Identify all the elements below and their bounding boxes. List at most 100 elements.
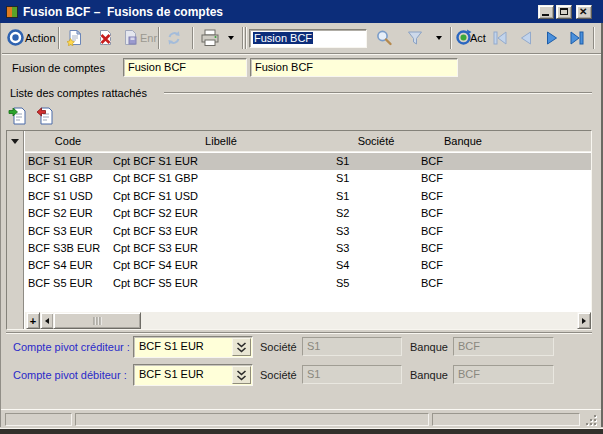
table-row[interactable]: BCF S1 EURCpt BCF S1 EURS1BCF <box>25 153 591 170</box>
table-row[interactable]: BCF S1 USDCpt BCF S1 USDS1BCF <box>25 188 591 205</box>
window-title: Fusion BCF – Fusions de comptes <box>23 5 223 19</box>
minimize-button[interactable] <box>538 5 554 19</box>
cell-code: BCF S1 GBP <box>28 172 93 184</box>
pivot-crediteur-dropdown-button[interactable] <box>232 338 251 356</box>
search-button[interactable] <box>375 29 393 49</box>
status-panel-3 <box>432 413 580 426</box>
window: Fusion BCF – Fusions de comptes ✕ Action <box>0 0 603 434</box>
table-row[interactable]: BCF S2 EURCpt BCF S2 EURS2BCF <box>25 205 591 222</box>
cell-banque: BCF <box>421 190 443 202</box>
column-header-banque[interactable]: Banque <box>444 135 482 147</box>
horizontal-scrollbar[interactable]: + <box>25 312 591 329</box>
save-button[interactable] <box>122 29 139 48</box>
next-record-icon <box>543 30 561 46</box>
magnifier-icon <box>375 29 393 47</box>
add-account-button[interactable] <box>8 106 28 128</box>
fusion-name-field[interactable]: Fusion BCF <box>250 58 458 77</box>
cell-societe: S3 <box>336 225 349 237</box>
filter-button[interactable] <box>406 29 424 49</box>
column-header-societe[interactable]: Société <box>358 135 395 147</box>
table-row[interactable]: BCF S3 EURCpt BCF S3 EURS3BCF <box>25 223 591 240</box>
print-button[interactable] <box>200 29 220 49</box>
cell-banque: BCF <box>421 277 443 289</box>
pivot-debiteur-combo[interactable]: BCF S1 EUR <box>133 364 253 386</box>
act-button-label[interactable]: Act <box>470 32 486 44</box>
cell-code: BCF S5 EUR <box>28 277 93 289</box>
new-button[interactable] <box>66 29 83 48</box>
toolbar: Action Enr <box>0 23 603 53</box>
pivot-debiteur-label: Compte pivot débiteur : <box>13 369 127 381</box>
remove-document-icon <box>35 106 55 126</box>
first-record-button[interactable] <box>491 30 509 48</box>
separator <box>158 27 160 49</box>
table-row[interactable]: BCF S3B EURCpt BCF S3 EURS3BCF <box>25 240 591 257</box>
cell-code: BCF S1 USD <box>28 190 93 202</box>
banque-label-2: Banque <box>410 369 448 381</box>
close-button[interactable]: ✕ <box>576 5 592 19</box>
scrollbar-thumb[interactable] <box>53 312 141 329</box>
double-chevron-down-icon <box>235 341 248 354</box>
cell-libelle: Cpt BCF S1 EUR <box>113 155 198 167</box>
refresh-icon <box>165 29 183 47</box>
scroll-left-icon <box>45 318 49 324</box>
cell-societe: S3 <box>336 242 349 254</box>
title-bar[interactable]: Fusion BCF – Fusions de comptes ✕ <box>0 0 603 23</box>
toolbar-divider <box>2 53 601 55</box>
pivot-debiteur-dropdown-button[interactable] <box>232 366 251 384</box>
pivot-crediteur-combo[interactable]: BCF S1 EUR <box>133 336 253 358</box>
cell-banque: BCF <box>421 259 443 271</box>
print-dropdown-caret[interactable] <box>228 36 234 40</box>
banque-field-2: BCF <box>453 365 554 384</box>
group-title: Liste des comptes rattachés <box>10 87 147 99</box>
table-row[interactable]: BCF S1 GBPCpt BCF S1 GBPS1BCF <box>25 170 591 187</box>
banque-label-1: Banque <box>410 341 448 353</box>
plus-icon: + <box>30 315 36 327</box>
add-document-icon <box>8 106 28 126</box>
row-marker-column <box>7 131 24 329</box>
table-row[interactable]: BCF S4 EURCpt BCF S4 EURS4BCF <box>25 257 591 274</box>
cell-libelle: Cpt BCF S2 EUR <box>113 207 198 219</box>
refresh-button[interactable] <box>165 29 183 49</box>
record-search-value: Fusion BCF <box>253 32 313 44</box>
printer-icon <box>200 29 220 47</box>
table-row[interactable]: BCF S5 EURCpt BCF S5 EURS5BCF <box>25 275 591 292</box>
maximize-button[interactable] <box>556 5 572 19</box>
action-button-label[interactable]: Action <box>25 32 56 44</box>
column-header-libelle[interactable]: Libellé <box>205 135 237 147</box>
accounts-table: Code Libellé Société Banque BCF S1 EURCp… <box>6 130 592 330</box>
action-button[interactable] <box>7 29 24 48</box>
current-row-marker-icon <box>11 139 19 144</box>
separator <box>245 27 247 49</box>
delete-button[interactable] <box>97 29 114 48</box>
fusion-code-field[interactable]: Fusion BCF <box>123 58 247 77</box>
cell-banque: BCF <box>421 172 443 184</box>
last-record-button[interactable] <box>568 30 586 48</box>
app-icon <box>6 6 18 18</box>
cell-libelle: Cpt BCF S4 EUR <box>113 259 198 271</box>
scroll-left-button[interactable] <box>40 312 54 329</box>
scroll-right-button[interactable] <box>577 312 591 329</box>
status-panel-2 <box>75 413 429 426</box>
resize-grip[interactable] <box>585 414 597 426</box>
filter-dropdown-caret[interactable] <box>436 36 442 40</box>
table-header: Code Libellé Société Banque <box>25 131 591 152</box>
banque-field-1: BCF <box>453 337 554 356</box>
record-search-input[interactable]: Fusion BCF <box>249 29 367 48</box>
previous-record-button[interactable] <box>517 30 535 48</box>
previous-record-icon <box>517 30 535 46</box>
next-record-button[interactable] <box>543 30 561 48</box>
scrollbar-grip <box>94 317 101 325</box>
add-row-button[interactable]: + <box>26 312 40 329</box>
remove-account-button[interactable] <box>35 106 55 128</box>
save-button-label[interactable]: Enr <box>140 32 157 44</box>
window-bottom-edge <box>0 428 603 434</box>
separator <box>58 27 60 49</box>
column-header-code[interactable]: Code <box>55 135 81 147</box>
pivot-crediteur-label: Compte pivot créditeur : <box>13 341 130 353</box>
status-bar <box>0 409 603 427</box>
cell-code: BCF S4 EUR <box>28 259 93 271</box>
group-border-top <box>164 92 592 94</box>
table-body: BCF S1 EURCpt BCF S1 EURS1BCF BCF S1 GBP C… <box>25 153 591 311</box>
minimize-icon <box>542 14 549 16</box>
cell-societe: S1 <box>336 172 349 184</box>
